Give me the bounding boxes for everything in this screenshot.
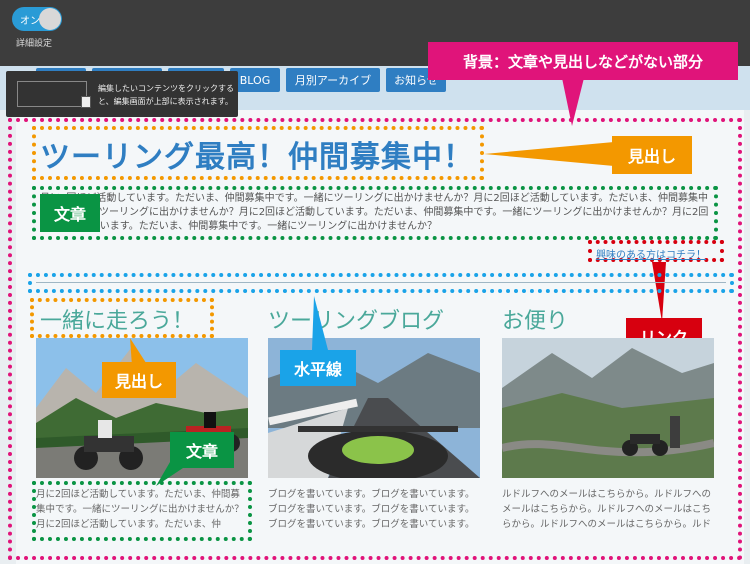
toggle-label: オン: [20, 16, 40, 27]
hint-frame-illustration: [17, 81, 87, 107]
callout-heading-2: 見出し: [102, 362, 176, 398]
callout-text-2: 文章: [170, 432, 234, 468]
toggle-knob: [39, 8, 61, 30]
callout-heading-pointer: [484, 142, 614, 166]
column-text-2[interactable]: ブログを書いています。ブログを書いています。ブログを書いています。ブログを書いて…: [268, 487, 480, 532]
column-heading-outline: [30, 298, 214, 338]
hr-outline: [28, 273, 734, 293]
page-title[interactable]: ツーリング最高！仲間募集中！: [40, 132, 474, 176]
settings-link[interactable]: 詳細設定: [16, 36, 52, 49]
column-heading-2[interactable]: ツーリングブログ: [268, 303, 444, 335]
cursor-icon: [81, 96, 91, 108]
callout-text: 文章: [40, 194, 100, 232]
column-heading-3[interactable]: お便り: [502, 303, 568, 335]
column-text-3[interactable]: ルドルフへのメールはこちらから。ルドルフへのメールはこちらから。ルドルフへのメー…: [502, 487, 714, 532]
callout-hr-pointer: [312, 296, 328, 350]
photo-mountain-road[interactable]: [502, 338, 714, 478]
edit-mode-toggle[interactable]: オン: [12, 7, 62, 31]
callout-background: 背景：文章や見出しなどがない部分: [428, 42, 738, 80]
hint-text: 編集したいコンテンツをクリックすると、編集画面が上部に表示されます。: [98, 84, 234, 106]
horizontal-rule[interactable]: [36, 282, 726, 283]
main-body-text[interactable]: 月に2回ほど活動しています。ただいま、仲間募集中です。一緒にツーリングに出かけま…: [40, 192, 714, 234]
callout-heading: 見出し: [612, 136, 692, 174]
interest-link[interactable]: 興味のある方はコチラ！: [596, 246, 706, 261]
callout-background-pointer: [562, 78, 584, 126]
column-text-1[interactable]: 月に2回ほど活動しています。ただいま、仲間募集中です。一緒にツーリングに出かけま…: [36, 487, 248, 532]
edit-hint-tooltip: 編集したいコンテンツをクリックすると、編集画面が上部に表示されます。: [6, 71, 238, 117]
nav-item-archive[interactable]: 月別アーカイブ: [286, 68, 380, 92]
callout-hr: 水平線: [280, 350, 356, 386]
